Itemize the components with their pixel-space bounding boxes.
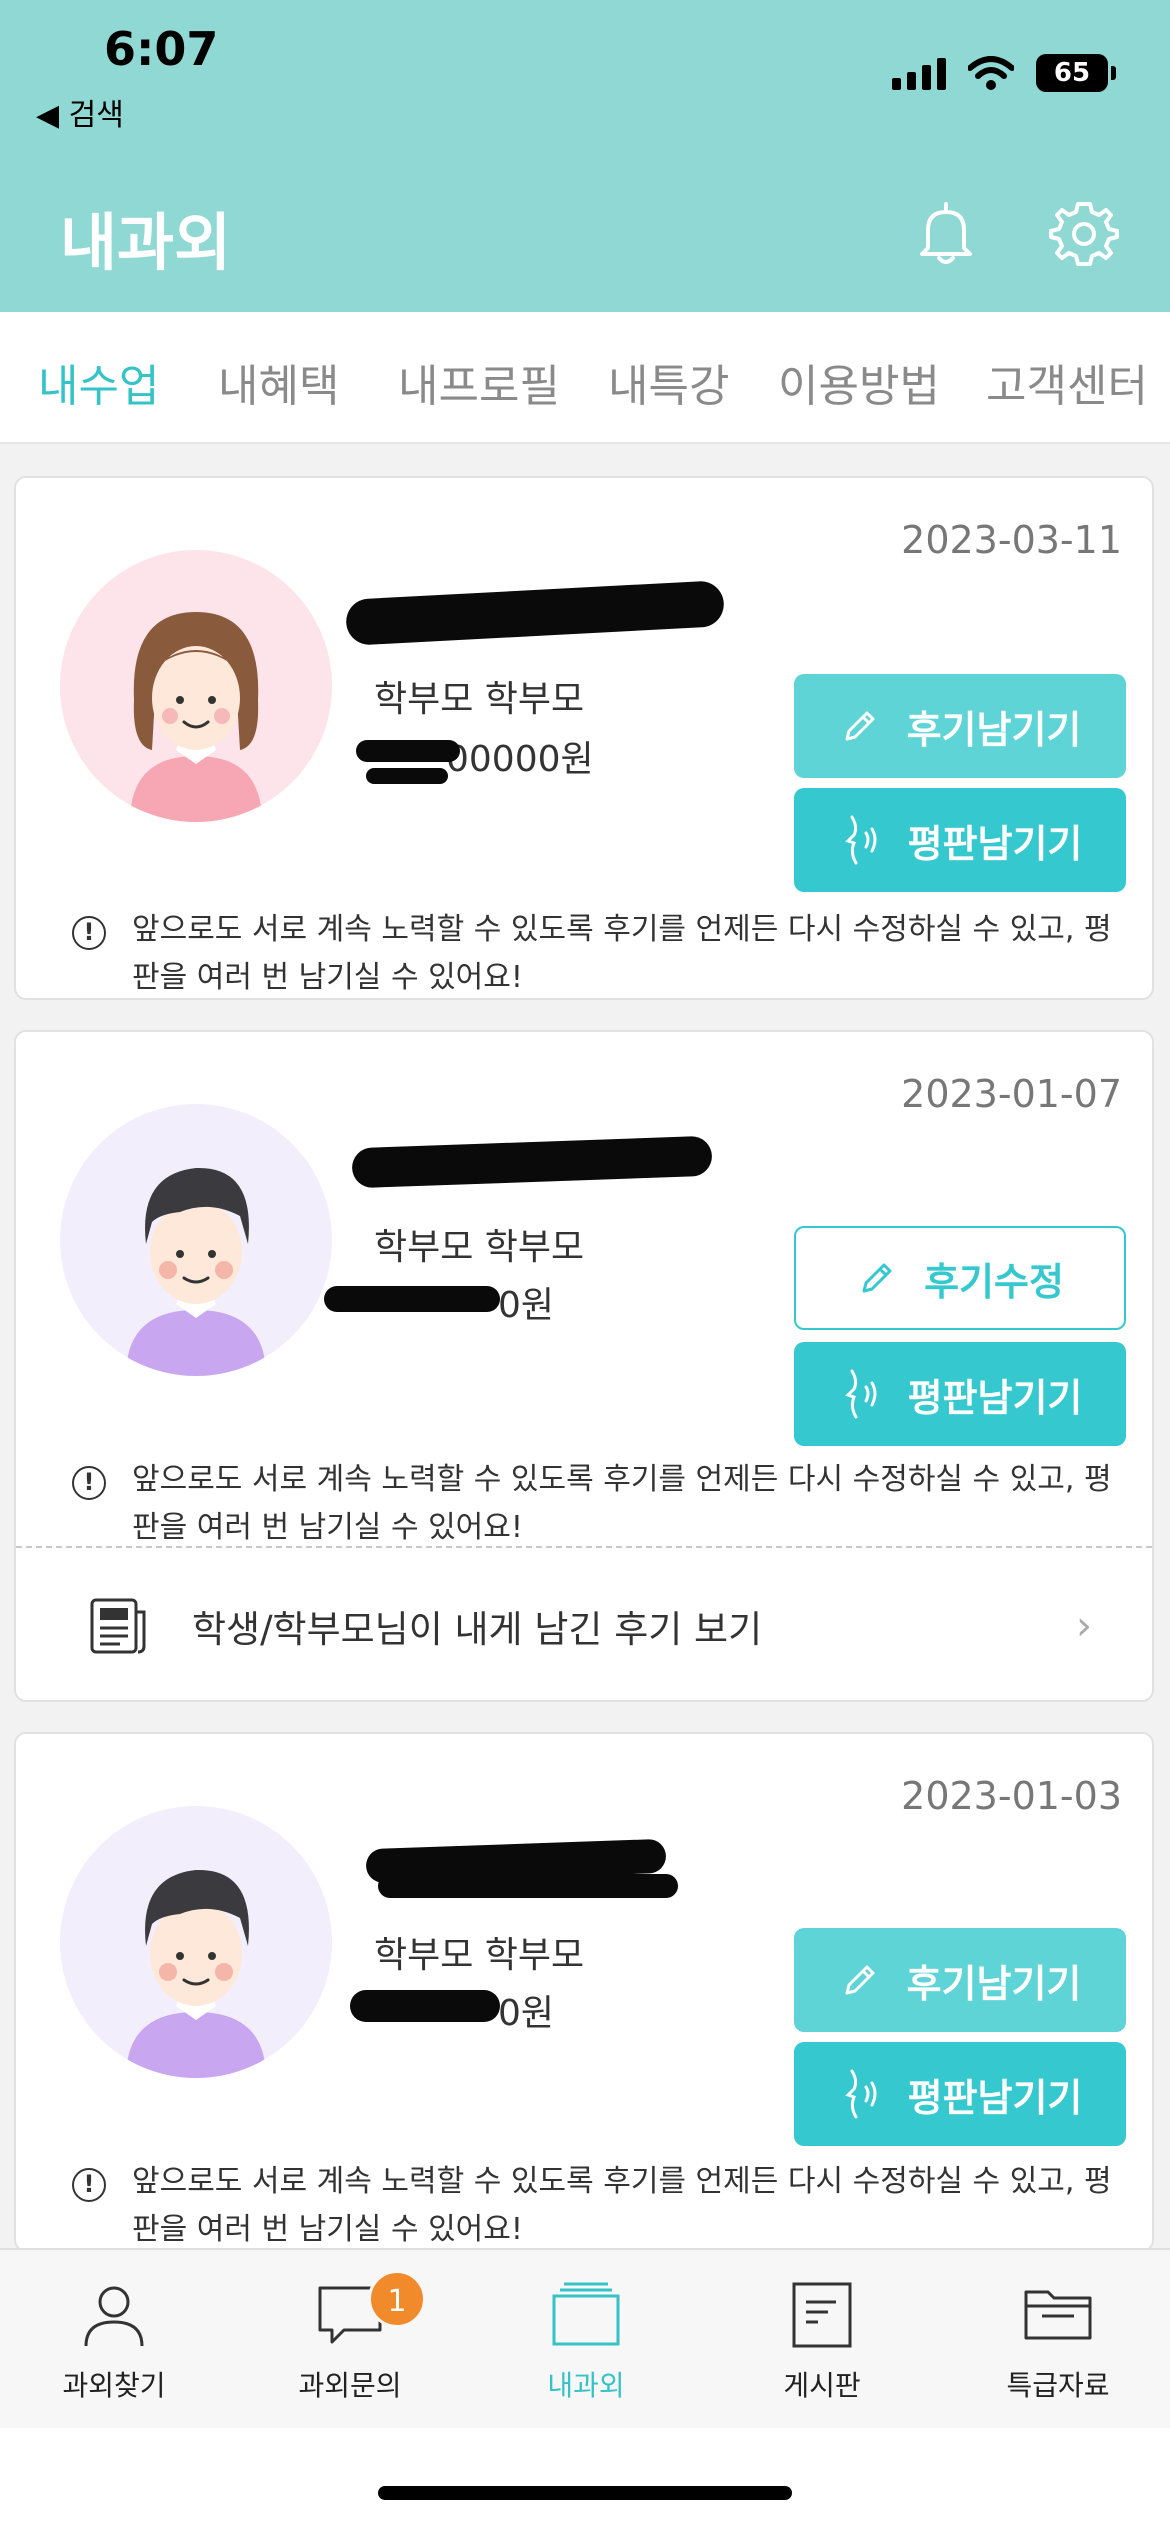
status-time: 6:07 xyxy=(104,22,219,76)
nav-my-tutoring[interactable]: 내과외 xyxy=(486,2278,686,2404)
price-label: 0원 xyxy=(498,1993,555,2034)
battery-level: 65 xyxy=(1036,54,1108,92)
chevron-right-icon: › xyxy=(1076,1603,1092,1649)
write-review-button[interactable]: 후기남기기 xyxy=(794,1928,1126,2032)
status-icons: 65 xyxy=(892,54,1116,92)
notice: ! 앞으로도 서로 계속 노력할 수 있도록 후기를 언제든 다시 수정하실 수… xyxy=(72,1456,1122,1552)
notice-text: 앞으로도 서로 계속 노력할 수 있도록 후기를 언제든 다시 수정하실 수 있… xyxy=(132,912,1112,995)
write-review-label: 후기남기기 xyxy=(906,707,1082,752)
nav-label: 과외문의 xyxy=(298,2369,402,2402)
redacted-name xyxy=(378,1874,678,1898)
info-icon: ! xyxy=(72,2168,106,2202)
speaking-face-icon xyxy=(844,815,877,865)
header: 6:07 ◀ 검색 65 내과외 xyxy=(0,0,1170,312)
class-date: 2023-01-07 xyxy=(901,1072,1122,1116)
write-reputation-label: 평판남기기 xyxy=(907,2075,1083,2120)
student-avatar xyxy=(60,550,332,822)
home-area xyxy=(0,2428,1170,2532)
tab-my-class[interactable]: 내수업 xyxy=(38,350,159,414)
gear-icon[interactable] xyxy=(1048,198,1120,270)
redacted-price xyxy=(356,740,460,762)
notice: ! 앞으로도 서로 계속 노력할 수 있도록 후기를 언제든 다시 수정하실 수… xyxy=(72,2158,1122,2254)
nav-tutoring-inquiry[interactable]: 1 과외문의 xyxy=(250,2270,450,2404)
nav-label: 게시판 xyxy=(783,2369,861,2402)
view-received-reviews-label: 학생/학부모님이 내게 남긴 후기 보기 xyxy=(192,1608,763,1651)
document-icon xyxy=(792,2282,852,2348)
write-review-button[interactable]: 후기남기기 xyxy=(794,674,1126,778)
role-label: 학부모 학부모 xyxy=(374,1935,585,1976)
redacted-name xyxy=(345,580,725,646)
battery-icon: 65 xyxy=(1036,54,1116,92)
pencil-icon xyxy=(845,711,875,741)
speaking-face-icon xyxy=(844,2069,877,2119)
speaking-face-icon xyxy=(844,1369,877,1419)
view-received-reviews-link[interactable]: 학생/학부모님이 내게 남긴 후기 보기 › xyxy=(16,1548,1152,1704)
nav-find-tutoring[interactable]: 과외찾기 xyxy=(14,2278,214,2404)
edit-review-button[interactable]: 후기수정 xyxy=(794,1226,1126,1330)
class-date: 2023-03-11 xyxy=(901,518,1122,562)
class-card: 2023-01-03 학부모 학부모 0원 후기남기기 평판남기기 ! 앞으로도… xyxy=(14,1732,1154,2252)
nav-label: 특급자료 xyxy=(1006,2369,1110,2402)
tab-benefits[interactable]: 내혜택 xyxy=(218,350,339,414)
home-indicator[interactable] xyxy=(378,2486,792,2500)
bell-icon[interactable] xyxy=(910,198,982,270)
cards-icon xyxy=(552,2282,620,2346)
back-to-search-link[interactable]: ◀ 검색 xyxy=(36,90,124,134)
nav-label: 내과외 xyxy=(547,2369,625,2402)
notice: ! 앞으로도 서로 계속 노력할 수 있도록 후기를 언제든 다시 수정하실 수… xyxy=(72,906,1122,1002)
page-title: 내과외 xyxy=(60,206,232,279)
write-reputation-label: 평판남기기 xyxy=(907,821,1083,866)
role-label: 학부모 학부모 xyxy=(374,679,585,720)
write-reputation-button[interactable]: 평판남기기 xyxy=(794,2042,1126,2146)
pencil-icon xyxy=(845,1965,875,1995)
student-avatar xyxy=(60,1104,332,1376)
pencil-icon xyxy=(862,1263,892,1293)
notice-text: 앞으로도 서로 계속 노력할 수 있도록 후기를 언제든 다시 수정하실 수 있… xyxy=(132,1462,1112,1545)
class-date: 2023-01-03 xyxy=(901,1774,1122,1818)
tab-special-lecture[interactable]: 내특강 xyxy=(608,350,729,414)
class-card: 2023-03-11 학부모 학부모 00000원 후기남기기 평판남기기 ! … xyxy=(14,476,1154,1000)
redacted-price xyxy=(324,1286,500,1312)
student-avatar xyxy=(60,1806,332,2078)
app-screen: 6:07 ◀ 검색 65 내과외 내수업 내혜택 내프로필 내특강 이용방법 고… xyxy=(0,0,1170,2532)
write-reputation-label: 평판남기기 xyxy=(907,1375,1083,1420)
person-icon xyxy=(84,2286,144,2347)
redacted-price xyxy=(350,1990,500,2022)
tab-customer-center[interactable]: 고객센터 xyxy=(986,350,1148,414)
class-card: 2023-01-07 학부모 학부모 0원 후기수정 평판남기기 ! 앞으로도 … xyxy=(14,1030,1154,1702)
nav-board[interactable]: 게시판 xyxy=(722,2278,922,2404)
edit-review-label: 후기수정 xyxy=(924,1259,1064,1304)
tab-bar: 내수업 내혜택 내프로필 내특강 이용방법 고객센터 xyxy=(0,312,1170,444)
write-reputation-button[interactable]: 평판남기기 xyxy=(794,788,1126,892)
nav-premium-materials[interactable]: 특급자료 xyxy=(958,2278,1158,2404)
write-review-label: 후기남기기 xyxy=(906,1961,1082,2006)
info-icon: ! xyxy=(72,1466,106,1500)
redacted-name xyxy=(351,1135,713,1189)
role-label: 학부모 학부모 xyxy=(374,1227,585,1268)
redacted-price xyxy=(366,768,448,784)
bottom-nav: 과외찾기 1 과외문의 내과외 게시판 특급자료 xyxy=(0,2248,1170,2428)
nav-label: 과외찾기 xyxy=(62,2369,166,2402)
signal-icon xyxy=(892,56,946,90)
folder-icon xyxy=(1024,2290,1092,2340)
info-icon: ! xyxy=(72,916,106,950)
write-reputation-button[interactable]: 평판남기기 xyxy=(794,1342,1126,1446)
newspaper-icon xyxy=(90,1598,146,1654)
tab-profile[interactable]: 내프로필 xyxy=(398,350,560,414)
notice-text: 앞으로도 서로 계속 노력할 수 있도록 후기를 언제든 다시 수정하실 수 있… xyxy=(132,2164,1112,2247)
tab-how-to-use[interactable]: 이용방법 xyxy=(778,350,940,414)
price-label: 0원 xyxy=(498,1285,555,1326)
wifi-icon xyxy=(968,56,1014,90)
price-label: 00000원 xyxy=(446,739,594,780)
notification-badge: 1 xyxy=(368,2270,426,2328)
